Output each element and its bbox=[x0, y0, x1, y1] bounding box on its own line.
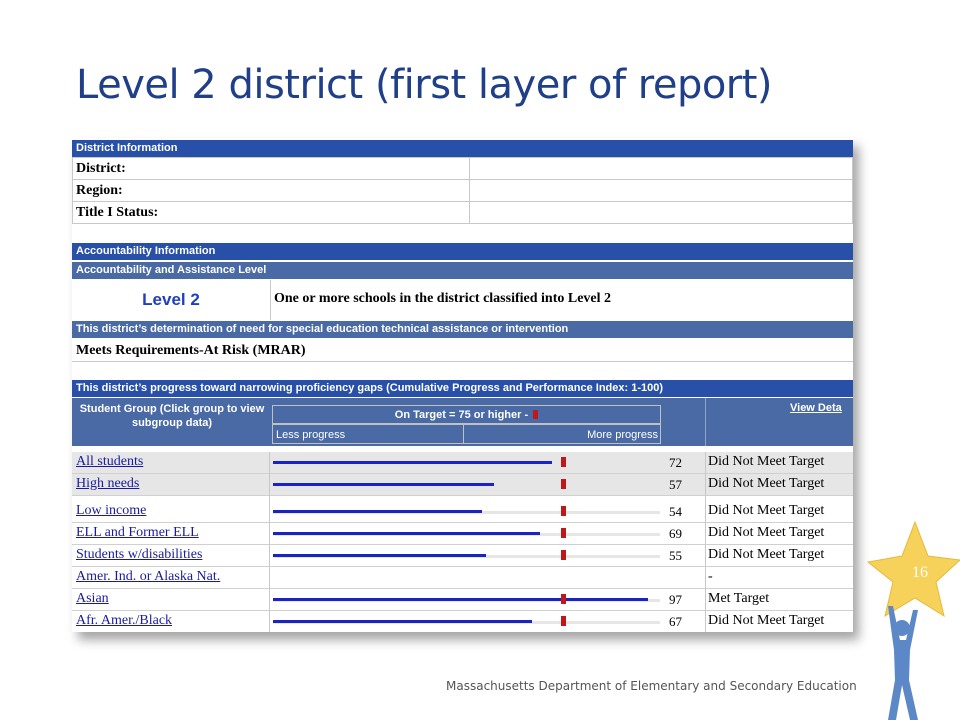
level-badge: Level 2 bbox=[72, 280, 271, 320]
student-group-link[interactable]: Amer. Ind. or Alaska Nat. bbox=[76, 569, 220, 585]
progress-bar bbox=[273, 510, 482, 513]
cppi-value: 54 bbox=[669, 504, 682, 519]
cppi-value: 57 bbox=[669, 477, 682, 492]
sped-determination: Meets Requirements-At Risk (MRAR) bbox=[76, 343, 306, 358]
table-row: Students w/disabilities 55 Did Not Meet Ta… bbox=[72, 545, 853, 567]
sped-header: This district’s determination of need fo… bbox=[72, 321, 853, 338]
progress-bar bbox=[273, 461, 552, 464]
table-row: Low income 54 Did Not Meet Target bbox=[72, 501, 853, 523]
accountability-header: Accountability Information bbox=[72, 243, 853, 260]
target-result: Did Not Meet Target bbox=[708, 476, 825, 491]
footer-text: Massachusetts Department of Elementary a… bbox=[446, 679, 857, 693]
target-marker-legend bbox=[533, 410, 539, 419]
district-value-cell bbox=[469, 157, 853, 224]
target-marker bbox=[561, 528, 566, 538]
cppi-value: 97 bbox=[669, 592, 682, 607]
target-result: Did Not Meet Target bbox=[708, 454, 825, 469]
target-marker bbox=[561, 594, 566, 604]
target-marker bbox=[561, 457, 566, 467]
more-progress-label: More progress bbox=[587, 429, 658, 441]
district-label: District: bbox=[76, 161, 126, 176]
progress-bar bbox=[273, 620, 532, 623]
student-group-link[interactable]: Students w/disabilities bbox=[76, 547, 202, 563]
cppi-value: 69 bbox=[669, 526, 682, 541]
cppi-value: 72 bbox=[669, 455, 682, 470]
report-screenshot: District Information District: Region: T… bbox=[72, 138, 853, 632]
target-marker bbox=[561, 616, 566, 626]
table-row: Asian 97 Met Target bbox=[72, 589, 853, 611]
assistance-level-header: Accountability and Assistance Level bbox=[72, 262, 853, 279]
less-progress-label: Less progress bbox=[276, 429, 346, 441]
star-figure-logo bbox=[866, 520, 960, 720]
student-group-link[interactable]: Low income bbox=[76, 503, 146, 519]
progress-bar bbox=[273, 554, 486, 557]
table-row: Afr. Amer./Black 67 Did Not Meet Target bbox=[72, 611, 853, 632]
target-result: Did Not Meet Target bbox=[708, 613, 825, 628]
progress-bar bbox=[273, 598, 648, 601]
progress-header: This district’s progress toward narrowin… bbox=[72, 380, 853, 397]
student-group-link[interactable]: ELL and Former ELL bbox=[76, 525, 199, 541]
target-result: Did Not Meet Target bbox=[708, 503, 825, 518]
figure-icon bbox=[888, 606, 918, 720]
target-result: Did Not Meet Target bbox=[708, 525, 825, 540]
region-label: Region: bbox=[76, 183, 123, 198]
table-row: All students 72 Did Not Meet Target bbox=[72, 452, 853, 474]
page-number: 16 bbox=[912, 564, 928, 581]
student-group-column-label: Student Group (Click group to view subgr… bbox=[79, 403, 265, 429]
title-i-status-label: Title I Status: bbox=[76, 205, 159, 220]
table-row: High needs 57 Did Not Meet Target bbox=[72, 474, 853, 496]
table-row: Amer. Ind. or Alaska Nat. - bbox=[72, 567, 853, 589]
cppi-value: 67 bbox=[669, 614, 682, 629]
target-result: Met Target bbox=[708, 591, 770, 606]
view-details-link[interactable]: View Deta bbox=[790, 402, 842, 414]
target-result: - bbox=[708, 569, 713, 584]
district-info-header: District Information bbox=[72, 140, 853, 157]
student-group-link[interactable]: All students bbox=[76, 454, 143, 470]
progress-bar bbox=[273, 532, 540, 535]
cppi-value: 55 bbox=[669, 548, 682, 563]
progress-bar bbox=[273, 483, 494, 486]
student-group-link[interactable]: High needs bbox=[76, 476, 139, 492]
on-target-label: On Target = 75 or higher - bbox=[394, 409, 529, 421]
table-row: ELL and Former ELL 69 Did Not Meet Target bbox=[72, 523, 853, 545]
target-result: Did Not Meet Target bbox=[708, 547, 825, 562]
level-description: One or more schools in the district clas… bbox=[274, 291, 612, 306]
target-marker bbox=[561, 550, 566, 560]
target-marker bbox=[561, 506, 566, 516]
target-marker bbox=[561, 479, 566, 489]
slide-title: Level 2 district (first layer of report) bbox=[76, 62, 773, 108]
student-group-link[interactable]: Afr. Amer./Black bbox=[76, 613, 172, 629]
student-group-link[interactable]: Asian bbox=[76, 591, 109, 607]
